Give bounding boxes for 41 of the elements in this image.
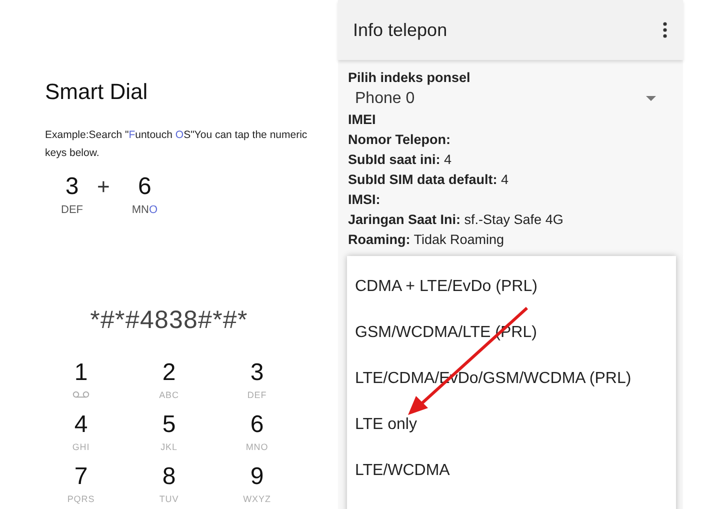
info-field: SubId saat ini: 4: [348, 150, 683, 170]
key-letters: GHI: [72, 440, 90, 452]
dropdown-caret-icon: [646, 96, 656, 101]
key-letters: JKL: [160, 440, 178, 452]
info-field: IMSI:: [348, 190, 683, 210]
key-letters: WXYZ: [243, 492, 271, 504]
dial-key[interactable]: 7 PQRS: [37, 462, 125, 506]
app-bar-title: Info telepon: [353, 18, 448, 42]
key-letters: TUV: [159, 492, 179, 504]
info-field: Jaringan Saat Ini: sf.-Stay Safe 4G: [348, 210, 683, 230]
key-letters: MNO: [246, 440, 268, 452]
dial-key[interactable]: 9 WXYZ: [213, 462, 301, 506]
combo-letters: MNO: [132, 203, 158, 218]
combo-digit: 6: [138, 172, 152, 202]
info-field: Nomor Telepon:: [348, 130, 683, 150]
dial-key[interactable]: 1: [37, 358, 125, 402]
combo-letters: DEF: [61, 203, 83, 218]
dial-key[interactable]: 8 TUV: [125, 462, 213, 506]
combo-digit: 3: [65, 172, 79, 202]
key-letters: PQRS: [67, 492, 95, 504]
key-letters: ABC: [159, 388, 179, 400]
network-option[interactable]: LTE only: [347, 411, 676, 457]
network-option[interactable]: LTE/WCDMA: [347, 457, 676, 503]
info-field: IMEI: [348, 110, 683, 130]
example-hint: Example:Search "Funtouch OS"You can tap the numeric keys below.: [45, 128, 308, 161]
phone-index-label: Pilih indeks ponsel: [348, 69, 472, 87]
dial-key[interactable]: 3 DEF: [213, 358, 301, 402]
plus-sign: +: [97, 173, 110, 201]
voicemail-icon: [72, 390, 90, 398]
dialed-number: *#*#4838#*#*: [89, 304, 249, 334]
info-field: Roaming: Tidak Roaming: [348, 230, 683, 250]
more-icon[interactable]: [663, 22, 667, 38]
dial-key[interactable]: 4 GHI: [37, 410, 125, 454]
dial-key[interactable]: 5 JKL: [125, 410, 213, 454]
network-option[interactable]: CDMA + LTE/EvDo (PRL): [347, 273, 676, 319]
smart-dial-title: Smart Dial: [45, 78, 149, 106]
dial-key[interactable]: 6 MNO: [213, 410, 301, 454]
dial-key[interactable]: 2 ABC: [125, 358, 213, 402]
info-field: SubId SIM data default: 4: [348, 170, 683, 190]
key-letters: DEF: [247, 388, 267, 400]
phone-index-dropdown[interactable]: Phone 0: [348, 87, 683, 110]
